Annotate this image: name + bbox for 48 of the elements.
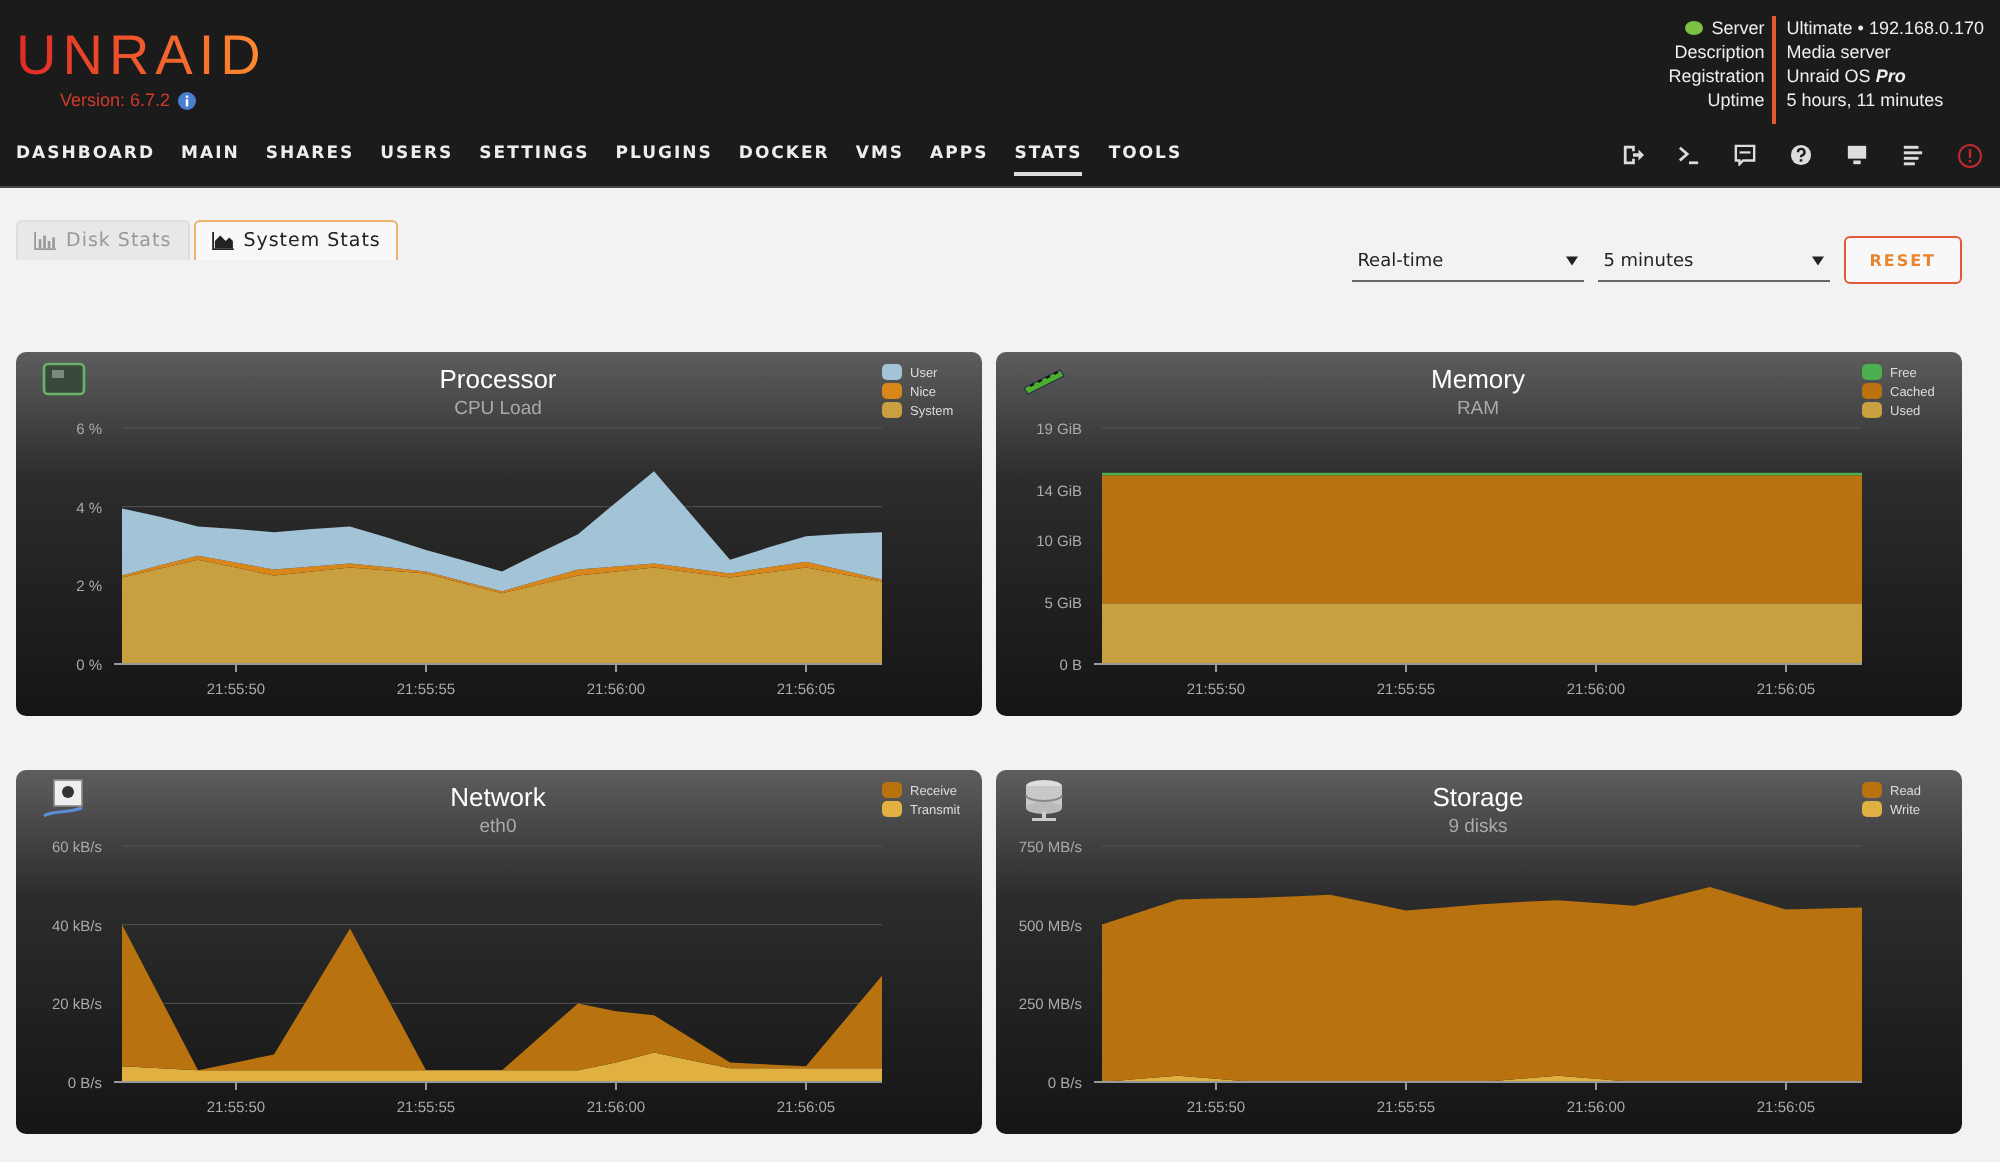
panel-title: Memory [1431,364,1525,394]
nav-tab[interactable]: VMS [855,135,905,175]
nav-tab[interactable]: DOCKER [738,135,830,175]
info-label: Uptime [1707,88,1765,112]
panel-subtitle: eth0 [479,816,517,838]
status-dot-icon [1683,20,1704,36]
nav-tab[interactable]: SHARES [265,135,355,175]
info-value: Media server [1786,42,1891,62]
cpu-chip-icon [42,362,86,396]
power-icon[interactable] [1958,143,1982,167]
area-chart-icon [211,232,234,250]
info-label: Registration [1668,64,1765,88]
nav-tab[interactable]: TOOLS [1108,135,1183,175]
monitor-icon[interactable] [1846,144,1868,166]
nav-tab[interactable]: USERS [380,135,454,175]
panel-subtitle: RAM [1456,398,1500,420]
info-value: 5 hours, 11 minutes [1786,90,1944,110]
panel-title: Network [450,782,546,812]
panel-subtitle: CPU Load [454,398,542,420]
nav-tab[interactable]: DASHBOARD [16,135,156,175]
panel-subtitle: 9 disks [1448,816,1508,838]
nav-tab[interactable]: APPS [930,135,989,175]
nav-tab[interactable]: PLUGINS [615,135,713,175]
info-label: Server [1711,16,1765,40]
bar-chart-icon [34,232,56,250]
panel-title: Processor [439,364,557,394]
info-label: Description [1674,40,1765,64]
log-icon[interactable] [1902,144,1924,166]
info-value: Ultimate • 192.168.0.170 [1786,18,1984,38]
info-value: Unraid OS Pro [1786,66,1906,86]
database-icon [1025,780,1063,821]
range-select[interactable]: 5 minutes [1597,242,1830,282]
caret-icon [1565,256,1578,266]
nav-tab[interactable]: MAIN [181,135,240,175]
logout-icon[interactable] [1622,144,1644,166]
caret-icon [1811,256,1824,266]
memory-stick-icon [1023,369,1065,395]
info-icon[interactable] [178,91,197,109]
version-text: Version: 6.7.2 [60,90,171,110]
stats-tab[interactable]: System Stats [193,220,399,260]
help-icon[interactable] [1790,144,1812,166]
terminal-icon[interactable] [1678,144,1700,166]
network-computer-icon [43,779,83,818]
mode-select[interactable]: Real-time [1351,242,1584,282]
panel-title: Storage [1432,782,1524,812]
message-icon[interactable] [1734,144,1756,166]
nav-tab[interactable]: STATS [1014,135,1083,175]
nav-tab[interactable]: SETTINGS [479,135,590,175]
